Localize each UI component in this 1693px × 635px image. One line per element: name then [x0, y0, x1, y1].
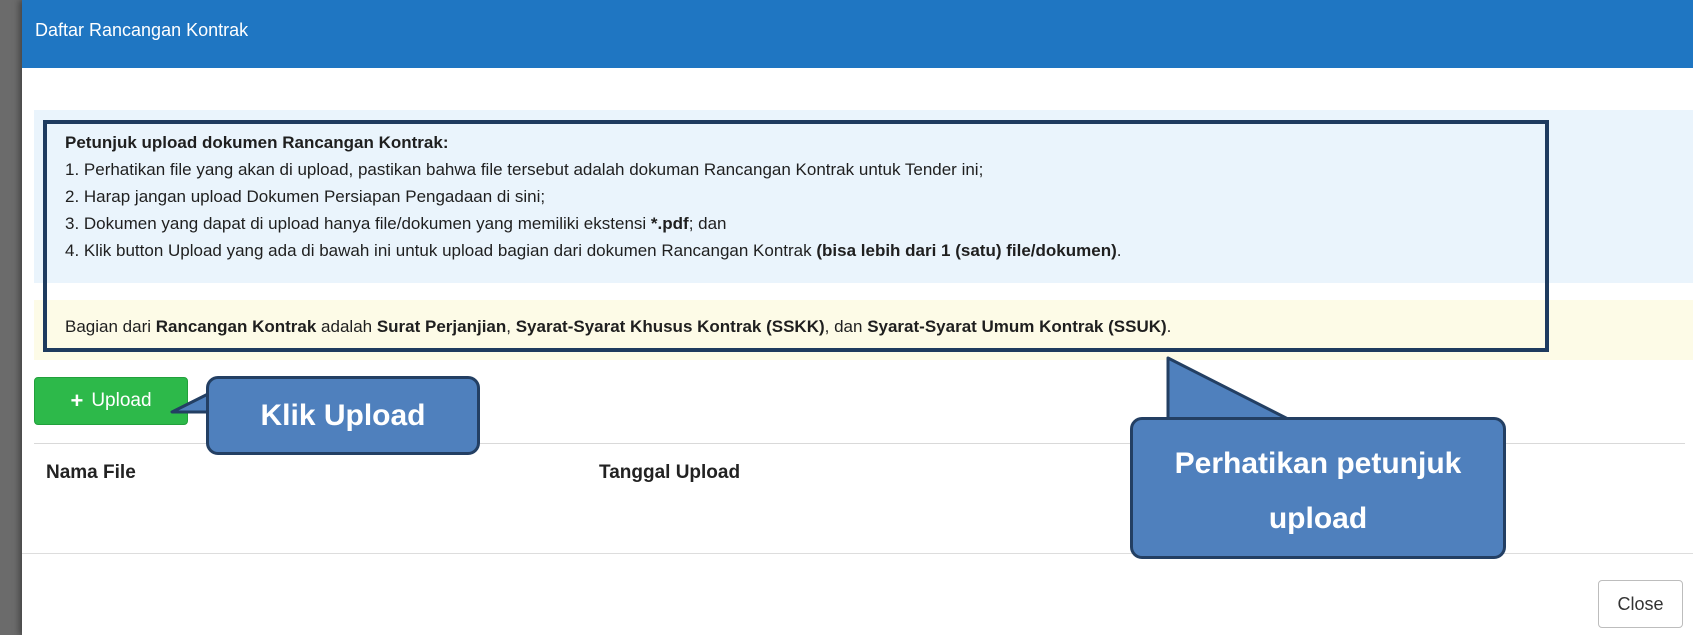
- callout-guide-line-1: Perhatikan petunjuk: [1174, 447, 1462, 480]
- callout-perhatikan-petunjuk: Perhatikan petunjuk upload: [1130, 417, 1506, 559]
- callout-upload-tail: [170, 391, 212, 414]
- callout-guide-tail: [1166, 356, 1292, 422]
- callout-guide-line-2: upload: [1268, 502, 1368, 535]
- callout-klik-upload: Klik Upload: [206, 376, 480, 455]
